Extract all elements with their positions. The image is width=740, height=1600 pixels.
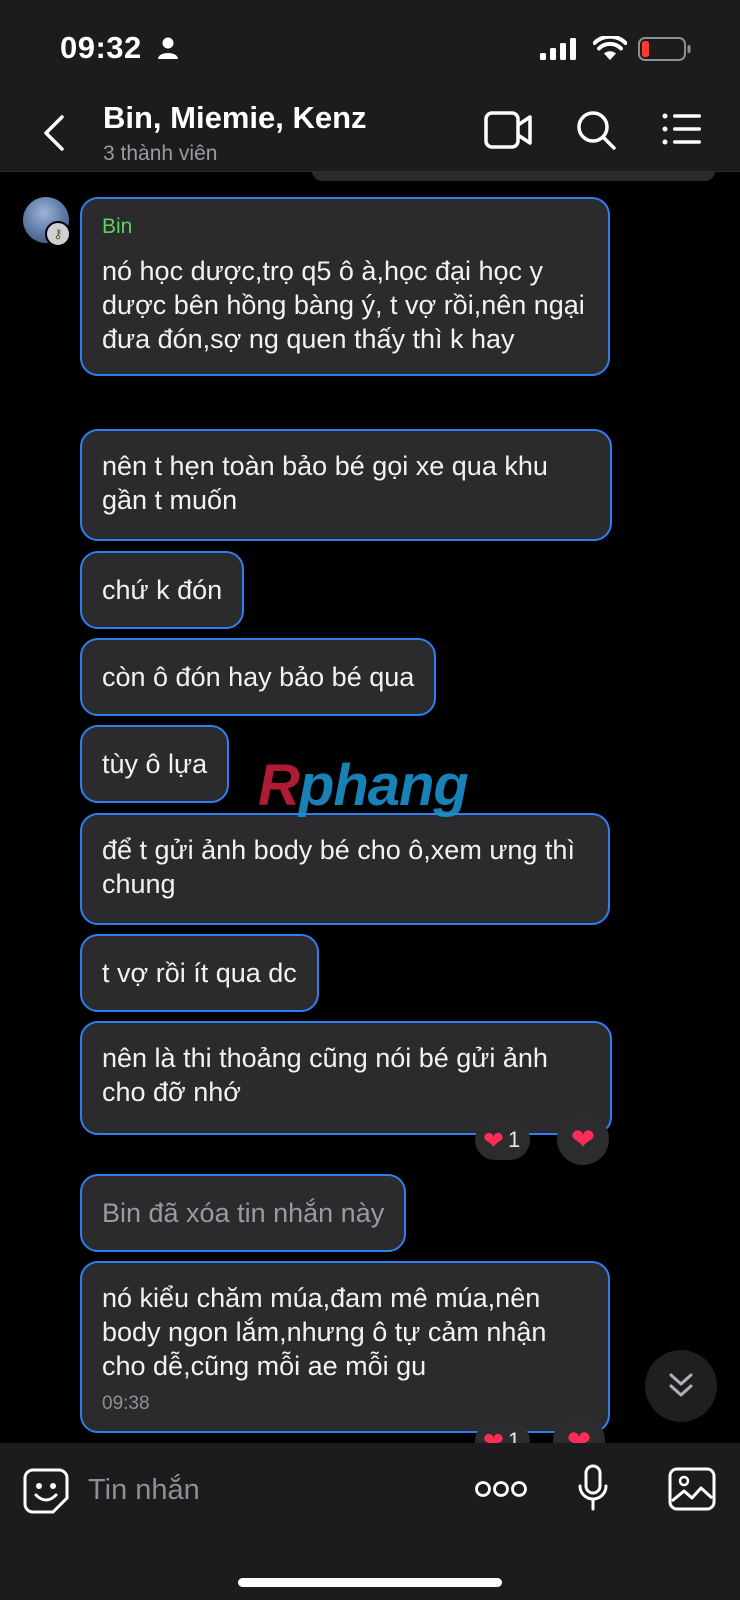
message-bubble[interactable]: còn ô đón hay bảo bé qua xyxy=(80,638,437,716)
message-bubble[interactable]: tùy ô lựa xyxy=(80,725,230,803)
search-icon[interactable] xyxy=(575,109,617,151)
more-dots-icon[interactable] xyxy=(475,1479,527,1499)
watermark-first: R xyxy=(258,753,300,818)
scroll-to-bottom-button[interactable] xyxy=(645,1350,717,1422)
status-time: 09:32 xyxy=(60,30,142,65)
message-text: tùy ô lựa xyxy=(102,749,208,779)
signal-icon xyxy=(540,38,576,60)
message-bubble[interactable]: để t gửi ảnh body bé cho ô,xem ưng thì c… xyxy=(80,813,610,925)
react-heart-button[interactable]: ❤ xyxy=(557,1113,609,1165)
previous-message-edge xyxy=(312,171,715,181)
message-text: nó học dược,trọ q5 ô à,học đại học y dượ… xyxy=(102,256,585,354)
person-icon xyxy=(158,37,178,59)
message-text: nên t hẹn toàn bảo bé gọi xe qua khu gần… xyxy=(102,451,548,515)
sender-name: Bin xyxy=(102,215,133,238)
message-bubble[interactable]: nên t hẹn toàn bảo bé gọi xe qua khu gần… xyxy=(80,429,612,541)
reaction-count-value: 1 xyxy=(507,1127,521,1152)
chevron-left-icon[interactable] xyxy=(40,113,68,153)
heart-icon: ❤ xyxy=(483,1127,504,1155)
double-chevron-down-icon xyxy=(669,1373,693,1397)
message-text: còn ô đón hay bảo bé qua xyxy=(102,662,415,692)
deleted-message-text: Bin đã xóa tin nhắn này xyxy=(102,1198,385,1228)
member-count: 3 thành viên xyxy=(103,142,218,165)
message-text: chứ k đón xyxy=(102,575,223,605)
message-bubble[interactable]: Bin nó học dược,trọ q5 ô à,học đại học y… xyxy=(80,197,610,376)
message-bubble[interactable]: nên là thi thoảng cũng nói bé gửi ảnh ch… xyxy=(80,1021,612,1135)
watermark-logo: Rphang xyxy=(258,752,469,819)
message-bubble[interactable]: Bin đã xóa tin nhắn này xyxy=(80,1174,407,1252)
sticker-smile-icon[interactable] xyxy=(23,1468,69,1514)
microphone-icon[interactable] xyxy=(577,1464,609,1512)
message-bubble[interactable]: t vợ rồi ít qua dc xyxy=(80,934,319,1012)
image-icon[interactable] xyxy=(668,1467,716,1511)
key-icon: ⚷ xyxy=(45,221,71,247)
video-camera-icon[interactable] xyxy=(484,111,532,149)
home-indicator xyxy=(238,1578,502,1587)
chat-title[interactable]: Bin, Miemie, Kenz xyxy=(103,100,367,136)
message-text: để t gửi ảnh body bé cho ô,xem ưng thì c… xyxy=(102,835,575,899)
message-bubble[interactable]: nó kiểu chăm múa,đam mê múa,nên body ngo… xyxy=(80,1261,610,1433)
message-input-bar xyxy=(0,1443,740,1600)
list-menu-icon[interactable] xyxy=(662,113,702,145)
battery-icon xyxy=(638,37,691,61)
chat-header: Bin, Miemie, Kenz 3 thành viên xyxy=(0,95,740,172)
message-input[interactable] xyxy=(88,1465,438,1515)
message-text: nên là thi thoảng cũng nói bé gửi ảnh ch… xyxy=(102,1043,548,1107)
reaction-count[interactable]: ❤ 1 xyxy=(475,1120,531,1160)
wifi-icon xyxy=(593,36,627,60)
message-time: 09:38 xyxy=(102,1393,150,1414)
watermark-rest: phang xyxy=(298,753,469,818)
message-bubble[interactable]: chứ k đón xyxy=(80,551,245,629)
message-text: nó kiểu chăm múa,đam mê múa,nên body ngo… xyxy=(102,1283,547,1381)
status-bar: 09:32 xyxy=(0,0,740,95)
heart-icon: ❤ xyxy=(570,1124,596,1156)
message-text: t vợ rồi ít qua dc xyxy=(102,958,297,988)
